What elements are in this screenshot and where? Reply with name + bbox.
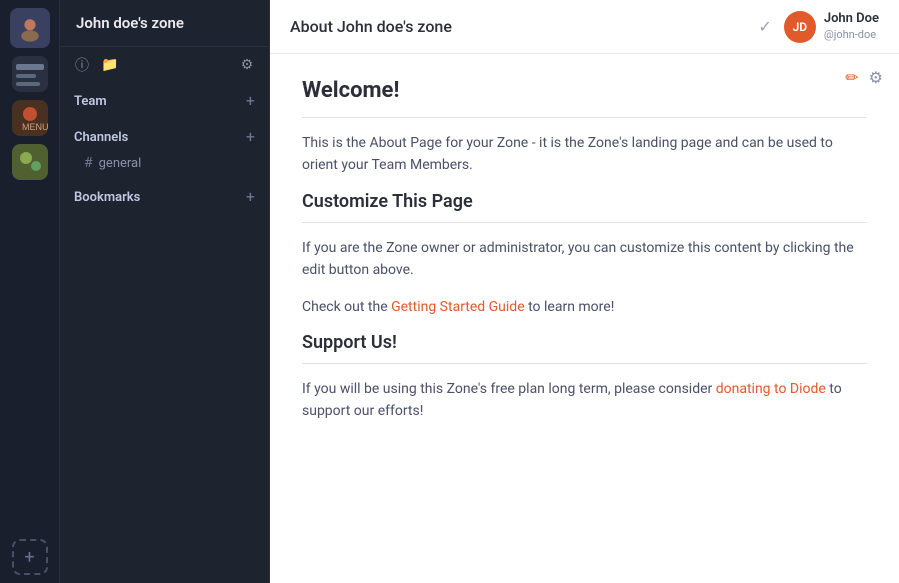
support-prefix: If you will be using this Zone's free pl… [302,381,716,397]
info-icon[interactable]: ⓘ [72,55,92,75]
team-section: Team + [60,83,269,119]
icon-bar: MENU + [0,0,60,583]
body-toolbar: ✏ ⚙ [845,68,883,87]
user-name: John Doe [824,11,879,28]
settings-page-icon[interactable]: ⚙ [869,68,883,87]
check-icon[interactable]: ✓ [758,17,771,36]
team-section-header[interactable]: Team + [60,87,269,115]
main-header: About John doe's zone ✓ JD John Doe @joh… [270,0,899,54]
welcome-body: This is the About Page for your Zone - i… [302,132,867,177]
donate-link[interactable]: donating to Diode [716,381,826,397]
team-label: Team [74,94,107,109]
customize-divider [302,222,867,223]
channels-section-header[interactable]: Channels + [60,123,269,151]
sidebar: John doe's zone ⓘ 📁 ⚙ Team + Channels + … [60,0,270,583]
zone-name: John doe's zone [60,0,269,47]
channel-item-general[interactable]: # general [60,151,269,175]
bookmarks-add-button[interactable]: + [246,189,255,205]
user-avatar[interactable]: JD [784,11,816,43]
support-heading: Support Us! [302,332,867,353]
bookmarks-section-header[interactable]: Bookmarks + [60,183,269,211]
user-info: John Doe @john-doe [824,11,879,42]
checkout-prefix: Check out the [302,299,391,315]
add-zone-button[interactable]: + [12,539,48,575]
main-body: ✏ ⚙ Welcome! This is the About Page for … [270,54,899,583]
folder-icon[interactable]: 📁 [100,55,120,75]
channel-hash-icon: # [84,155,93,171]
user-handle: @john-doe [824,28,879,42]
team-add-button[interactable]: + [246,93,255,109]
getting-started-link[interactable]: Getting Started Guide [391,299,525,315]
zone-avatar-4[interactable] [12,144,48,180]
channels-label: Channels [74,130,128,145]
customize-heading: Customize This Page [302,191,867,212]
zone-avatar-2[interactable] [12,56,48,92]
zone-avatar-main[interactable] [10,8,50,48]
edit-icon[interactable]: ✏ [845,68,858,87]
channel-name-general: general [99,156,142,171]
support-divider [302,363,867,364]
customize-body: If you are the Zone owner or administrat… [302,237,867,282]
zone-avatar-3[interactable]: MENU [12,100,48,136]
checkout-suffix: to learn more! [525,299,615,315]
checkout-text: Check out the Getting Started Guide to l… [302,296,867,318]
bookmarks-section: Bookmarks + [60,179,269,215]
main-content: About John doe's zone ✓ JD John Doe @joh… [270,0,899,583]
page-title: About John doe's zone [290,17,758,36]
channels-section: Channels + # general [60,119,269,179]
sidebar-toolbar: ⓘ 📁 ⚙ [60,47,269,83]
settings-icon[interactable]: ⚙ [237,55,257,75]
support-body: If you will be using this Zone's free pl… [302,378,867,423]
channels-add-button[interactable]: + [246,129,255,145]
welcome-divider [302,117,867,118]
bookmarks-label: Bookmarks [74,190,140,205]
svg-text:MENU: MENU [22,122,48,132]
welcome-heading: Welcome! [302,78,867,103]
